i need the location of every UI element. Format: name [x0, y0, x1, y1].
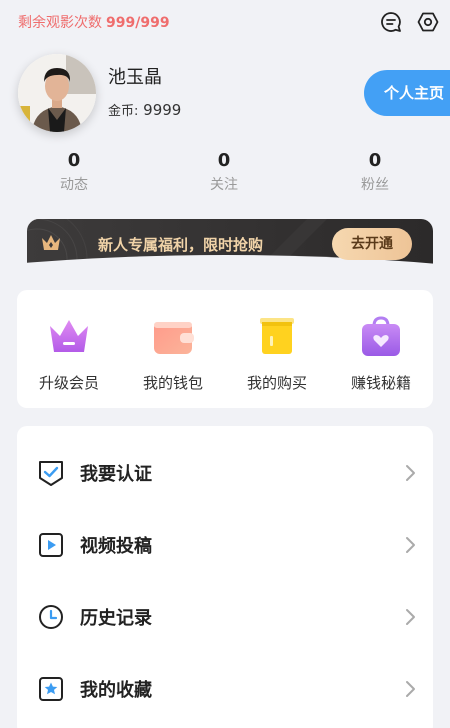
menu-item-label: 我要认证	[80, 464, 152, 485]
menu-item-verify[interactable]: 我要认证	[17, 442, 433, 502]
menu-list: 我要认证 视频投稿 历史记录 我的收藏	[17, 426, 433, 728]
remaining-views-count: 999/999	[106, 15, 170, 31]
menu-item-history[interactable]: 历史记录	[17, 586, 433, 646]
stat-fans-count: 0	[368, 150, 382, 171]
quick-action-upgrade-vip[interactable]: 升级会员	[17, 314, 121, 393]
clock-icon	[39, 605, 63, 629]
menu-item-upload-video[interactable]: 视频投稿	[17, 514, 433, 574]
message-icon[interactable]	[380, 11, 402, 33]
stat-posts[interactable]: 0 动态	[29, 150, 119, 194]
menu-item-favorites[interactable]: 我的收藏	[17, 658, 433, 718]
wallet-icon	[154, 322, 194, 354]
vip-banner-text: 新人专属福利，限时抢购	[98, 236, 264, 254]
stat-posts-label: 动态	[60, 177, 88, 193]
profile-page-button[interactable]: 个人主页	[364, 70, 450, 116]
settings-icon[interactable]	[417, 11, 439, 33]
shield-check-icon	[39, 461, 63, 486]
quick-action-label: 我的购买	[246, 374, 307, 392]
chevron-right-icon	[406, 609, 415, 625]
quick-action-label: 升级会员	[38, 374, 99, 392]
top-bar: 剩余观影次数 999/999	[0, 0, 450, 44]
quick-action-earn-tips[interactable]: 赚钱秘籍	[329, 314, 433, 393]
stat-following-count: 0	[217, 150, 231, 171]
stat-following[interactable]: 0 关注	[179, 150, 269, 194]
vip-activate-button[interactable]: 去开通	[332, 228, 412, 260]
purchase-icon	[260, 318, 294, 354]
gift-bag-icon	[362, 316, 400, 356]
crown-icon	[50, 320, 88, 352]
video-play-icon	[39, 533, 63, 557]
menu-item-label: 历史记录	[80, 608, 152, 629]
chevron-right-icon	[406, 465, 415, 481]
avatar-photo	[18, 54, 96, 132]
menu-item-label: 我的收藏	[80, 680, 152, 701]
stats-row: 0 动态 0 关注 0 粉丝	[0, 150, 450, 200]
star-icon	[39, 677, 63, 701]
quick-action-wallet[interactable]: 我的钱包	[121, 314, 225, 393]
menu-item-label: 视频投稿	[80, 536, 152, 557]
quick-action-purchases[interactable]: 我的购买	[225, 314, 329, 393]
remaining-views-label: 剩余观影次数	[18, 15, 102, 31]
stat-fans[interactable]: 0 粉丝	[330, 150, 420, 194]
quick-action-label: 赚钱秘籍	[350, 374, 411, 392]
coin-label: 金币:	[108, 104, 139, 119]
avatar[interactable]	[18, 54, 96, 132]
stat-following-label: 关注	[210, 177, 238, 193]
remaining-views: 剩余观影次数 999/999	[18, 12, 170, 32]
coin-value: 9999	[143, 101, 182, 119]
vip-crown-icon	[42, 235, 60, 250]
stat-posts-count: 0	[67, 150, 81, 171]
quick-action-label: 我的钱包	[142, 374, 203, 392]
stat-fans-label: 粉丝	[361, 177, 389, 193]
coin-balance: 金币: 9999	[108, 100, 181, 119]
quick-actions-card: 升级会员 我的钱包 我的购买 赚钱秘籍	[17, 290, 433, 408]
chevron-right-icon	[406, 681, 415, 697]
username: 池玉晶	[108, 67, 162, 88]
chevron-right-icon	[406, 537, 415, 553]
